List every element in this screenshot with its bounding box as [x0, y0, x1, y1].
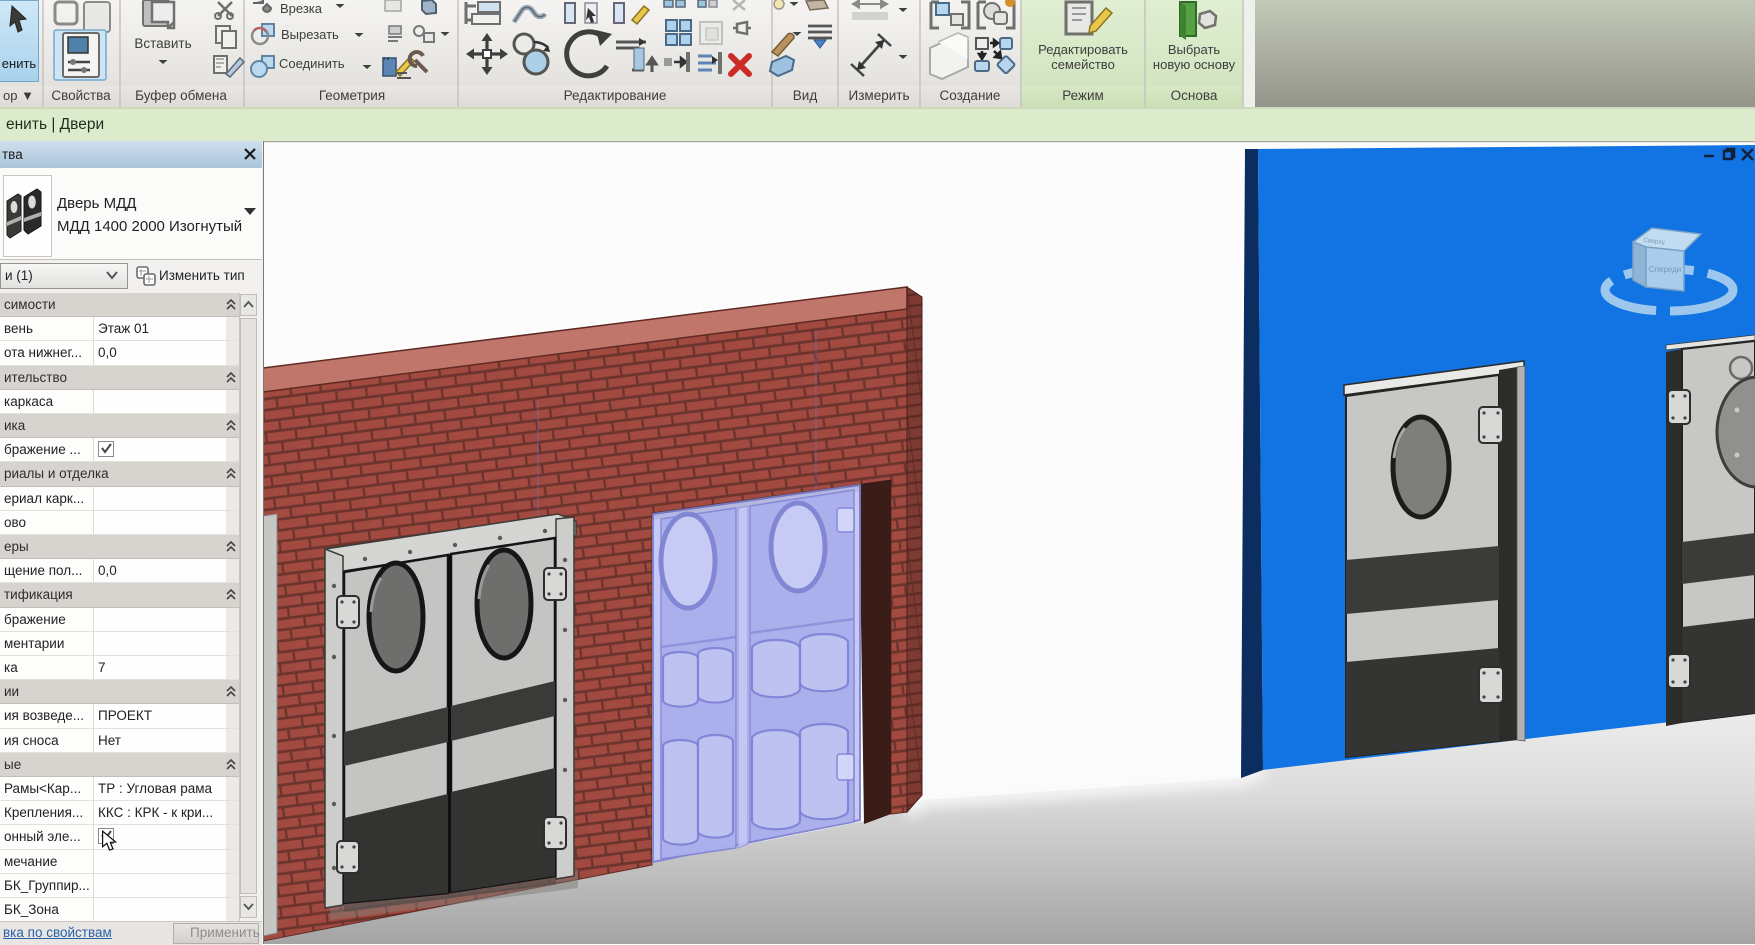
svg-text:Спереди: Спереди: [1649, 265, 1681, 274]
